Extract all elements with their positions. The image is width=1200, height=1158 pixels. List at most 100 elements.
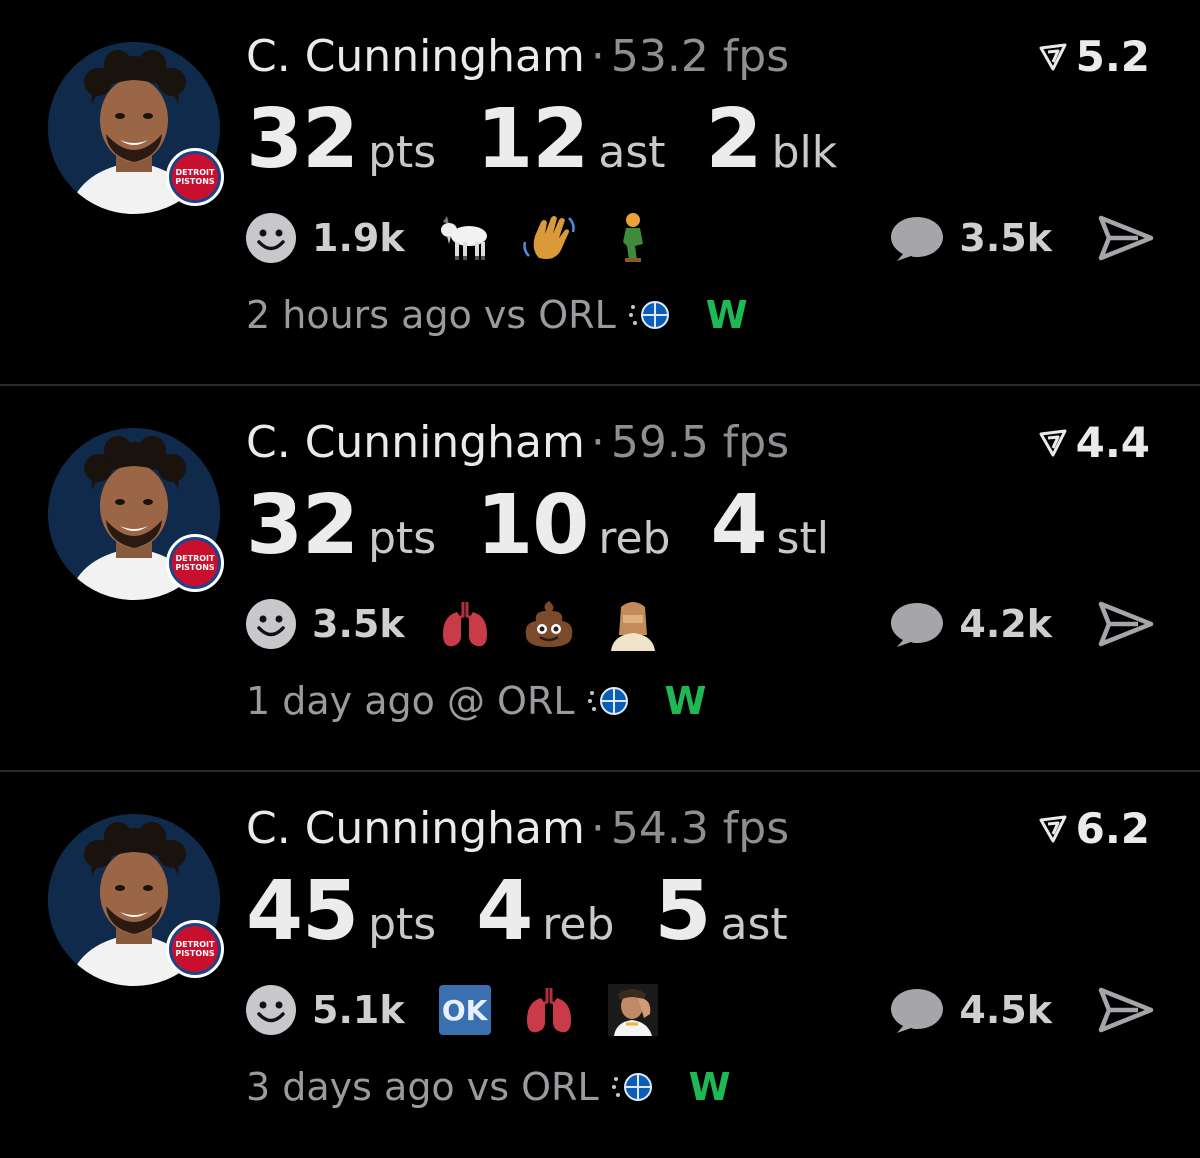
comments[interactable]: 4.2k	[889, 596, 1052, 652]
team-badge-line: DETROIT	[175, 554, 215, 563]
game-meta: 3 days ago vs ORL W	[246, 1062, 731, 1112]
stat-value: 10	[476, 478, 589, 573]
fps-value: 53.2 fps	[610, 31, 790, 82]
send-icon	[1098, 987, 1154, 1033]
game-result: W	[705, 293, 748, 337]
team-logo-badge: DETROIT PISTONS	[166, 920, 224, 978]
smiley-react-icon[interactable]	[244, 211, 298, 265]
send-icon	[1098, 215, 1154, 261]
stat-item: 2 blk	[706, 92, 838, 188]
team-badge-line: DETROIT	[175, 168, 215, 177]
game-meta: 2 hours ago vs ORL W	[246, 290, 748, 340]
kneeling-person-icon[interactable]	[603, 210, 663, 266]
reactions: 3.5k	[244, 596, 687, 652]
comments[interactable]: 4.5k	[889, 982, 1052, 1038]
lungs-icon[interactable]	[519, 982, 579, 1038]
separator: ·	[590, 417, 605, 468]
stat-value: 45	[246, 864, 359, 959]
smiley-react-icon[interactable]	[244, 597, 298, 651]
stat-unit: blk	[771, 127, 838, 178]
ok-badge-icon[interactable]: OK	[435, 982, 495, 1038]
comment-count: 4.5k	[959, 988, 1052, 1032]
post-header: C. Cunningham · 54.3 fps	[246, 802, 789, 856]
poop-icon[interactable]	[519, 596, 579, 652]
stat-item: 5 ast	[654, 864, 787, 960]
rating-value: 6.2	[1075, 804, 1150, 853]
reaction-count: 5.1k	[312, 988, 405, 1032]
stat-value: 32	[246, 478, 359, 573]
player-name[interactable]: C. Cunningham	[246, 31, 585, 82]
team-badge-line: PISTONS	[175, 949, 215, 958]
share-button[interactable]	[1098, 210, 1154, 266]
share-button[interactable]	[1098, 982, 1154, 1038]
lungs-icon[interactable]	[435, 596, 495, 652]
reactions: 5.1k OK	[244, 982, 687, 1038]
person-in-mask-icon[interactable]	[603, 596, 663, 652]
stat-unit: pts	[368, 127, 437, 178]
stat-item: 4 stl	[710, 478, 828, 574]
rating-value: 5.2	[1075, 32, 1150, 81]
avatar[interactable]: DETROIT PISTONS	[48, 428, 224, 600]
reaction-count: 3.5k	[312, 602, 405, 646]
comment-bubble-icon	[891, 989, 944, 1033]
rating[interactable]: 4.4	[1038, 416, 1150, 470]
stat-line: 32 pts 10 reb 4 stl	[246, 478, 869, 574]
separator: ·	[590, 803, 605, 854]
stat-value: 12	[476, 92, 589, 187]
game-time-opponent: 1 day ago @ ORL	[246, 679, 575, 723]
smiley-react-icon[interactable]	[244, 983, 298, 1037]
share-button[interactable]	[1098, 596, 1154, 652]
stat-item: 45 pts	[246, 864, 436, 960]
fps-value: 59.5 fps	[610, 417, 790, 468]
stat-unit: ast	[720, 899, 788, 950]
waving-hand-icon[interactable]	[519, 210, 579, 266]
magic-logo-icon	[626, 295, 672, 335]
team-badge-line: DETROIT	[175, 940, 215, 949]
player-name[interactable]: C. Cunningham	[246, 417, 585, 468]
rating-value: 4.4	[1075, 418, 1150, 467]
comment-bubble-icon	[891, 217, 944, 261]
post-card[interactable]: DETROIT PISTONS C. Cunningham · 59.5 fps 4…	[0, 386, 1200, 772]
team-badge-line: PISTONS	[175, 563, 215, 572]
fps-value: 54.3 fps	[610, 803, 790, 854]
stat-value: 32	[246, 92, 359, 187]
post-card[interactable]: DETROIT PISTONS C. Cunningham · 54.3 fps 6…	[0, 772, 1200, 1158]
reactions: 1.9k	[244, 210, 687, 266]
stat-line: 32 pts 12 ast 2 blk	[246, 92, 877, 188]
player-face-palm-icon[interactable]	[603, 982, 663, 1038]
player-name[interactable]: C. Cunningham	[246, 803, 585, 854]
rating[interactable]: 6.2	[1038, 802, 1150, 856]
avatar[interactable]: DETROIT PISTONS	[48, 814, 224, 986]
stat-value: 2	[705, 92, 763, 187]
comments[interactable]: 3.5k	[889, 210, 1052, 266]
goat-icon[interactable]	[435, 210, 495, 266]
rating-icon	[1039, 815, 1067, 843]
game-result: W	[664, 679, 707, 723]
stat-value: 4	[710, 478, 767, 573]
post-card[interactable]: DETROIT PISTONS C. Cunningham · 53.2 fps 5…	[0, 0, 1200, 386]
rating-icon	[1039, 43, 1067, 71]
stat-unit: pts	[368, 513, 437, 564]
game-meta: 1 day ago @ ORL W	[246, 676, 706, 726]
comment-count: 4.2k	[959, 602, 1052, 646]
rating-icon	[1039, 429, 1067, 457]
stat-item: 32 pts	[246, 478, 436, 574]
stat-item: 12 ast	[476, 92, 665, 188]
team-logo-badge: DETROIT PISTONS	[166, 148, 224, 206]
stat-unit: ast	[598, 127, 666, 178]
team-logo-badge: DETROIT PISTONS	[166, 534, 224, 592]
send-icon	[1098, 601, 1154, 647]
post-header: C. Cunningham · 53.2 fps	[246, 30, 789, 84]
avatar[interactable]: DETROIT PISTONS	[48, 42, 224, 214]
ok-label: OK	[438, 985, 491, 1035]
stat-item: 4 reb	[476, 864, 614, 960]
post-header: C. Cunningham · 59.5 fps	[246, 416, 789, 470]
team-badge-line: PISTONS	[175, 177, 215, 186]
stat-unit: reb	[542, 899, 615, 950]
stat-unit: stl	[776, 513, 829, 564]
separator: ·	[590, 31, 605, 82]
rating[interactable]: 5.2	[1038, 30, 1150, 84]
magic-logo-icon	[609, 1067, 655, 1107]
comment-count: 3.5k	[959, 216, 1052, 260]
comment-bubble-icon	[891, 603, 944, 647]
